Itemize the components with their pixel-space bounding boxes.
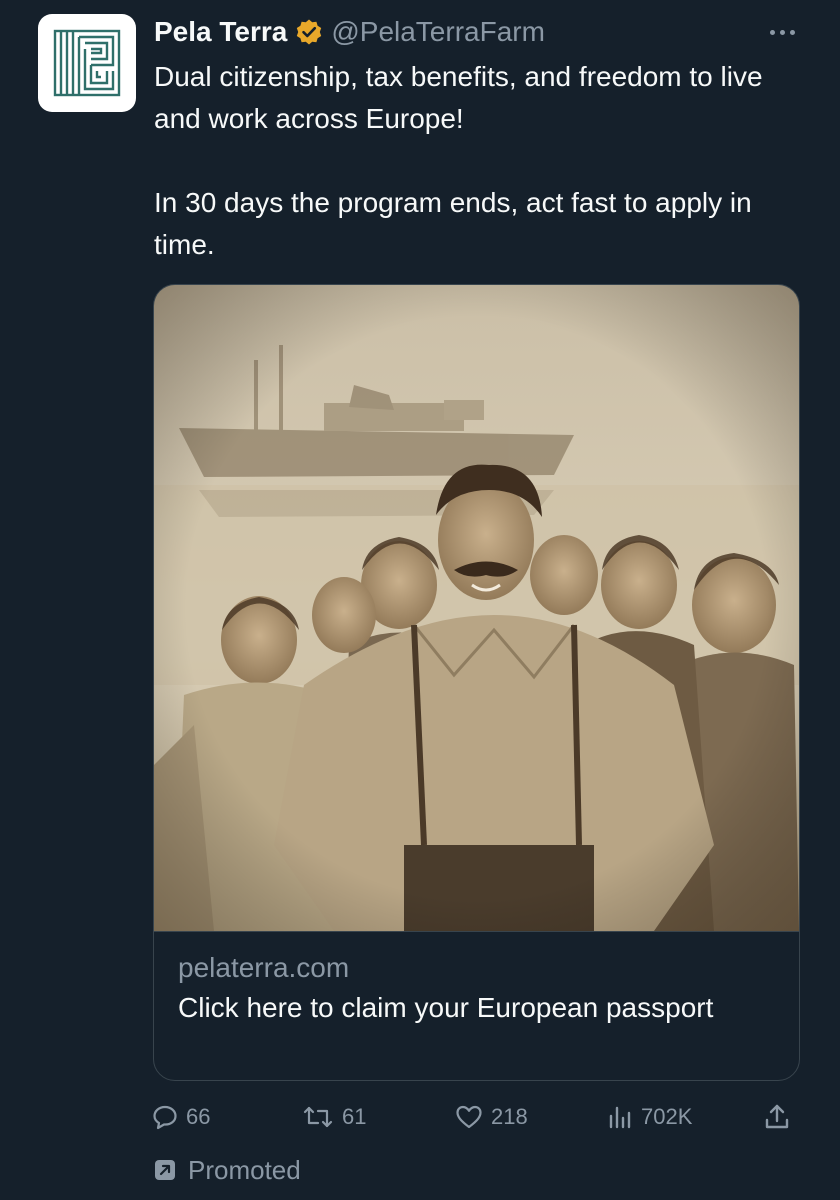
tweet-header: Pela Terra @PelaTerraFarm xyxy=(154,12,545,52)
more-options-icon[interactable] xyxy=(762,22,802,42)
card-meta[interactable]: pelaterra.com Click here to claim your E… xyxy=(154,931,799,1080)
like-count: 218 xyxy=(491,1104,528,1129)
heart-icon xyxy=(456,1105,482,1129)
views-count: 702K xyxy=(641,1104,693,1129)
reply-count: 66 xyxy=(186,1104,211,1129)
tweet-paragraph-2: In 30 days the program ends, act fast to… xyxy=(154,187,752,260)
avatar[interactable] xyxy=(38,14,136,112)
tweet[interactable]: Pela Terra @PelaTerraFarm Dual citizensh… xyxy=(0,0,840,1200)
card-domain[interactable]: pelaterra.com xyxy=(178,952,349,984)
tweet-text: Dual citizenship, tax benefits, and free… xyxy=(154,56,814,266)
pela-terra-logo-icon xyxy=(53,29,121,97)
share-icon xyxy=(765,1104,789,1129)
tweet-paragraph-1: Dual citizenship, tax benefits, and free… xyxy=(154,61,763,134)
repost-button[interactable]: 61 xyxy=(302,1096,366,1138)
author-handle[interactable]: @PelaTerraFarm xyxy=(331,16,545,48)
like-button[interactable]: 218 xyxy=(455,1096,528,1138)
repost-count: 61 xyxy=(342,1104,367,1129)
link-card[interactable]: pelaterra.com Click here to claim your E… xyxy=(153,284,800,1081)
verified-badge-icon[interactable] xyxy=(295,18,323,46)
views-chart-icon xyxy=(609,1106,631,1129)
author-display-name[interactable]: Pela Terra xyxy=(154,16,287,48)
card-title[interactable]: Click here to claim your European passpo… xyxy=(178,988,738,1028)
card-image[interactable] xyxy=(154,285,799,931)
views-button[interactable]: 702K xyxy=(607,1096,692,1138)
share-button[interactable] xyxy=(764,1096,790,1138)
promoted-text: Promoted xyxy=(188,1154,301,1185)
promoted-label: Promoted xyxy=(154,1150,301,1190)
reply-button[interactable]: 66 xyxy=(152,1096,210,1138)
action-bar: 66 61 218 702K xyxy=(152,1096,802,1138)
reply-icon xyxy=(153,1105,177,1130)
promoted-icon xyxy=(155,1160,175,1180)
repost-icon xyxy=(303,1106,333,1128)
